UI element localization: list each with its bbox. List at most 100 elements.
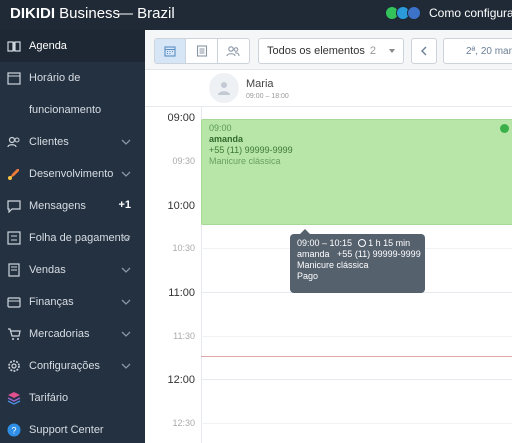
gear-icon [8, 360, 20, 372]
tooltip-duration: 1 h 15 min [368, 238, 411, 248]
user-icon [218, 82, 230, 95]
brand-name: DIKIDI [10, 5, 55, 22]
chevron-down-icon [121, 331, 131, 337]
list-view-button[interactable] [186, 39, 218, 63]
time-label: 10:00 [167, 200, 195, 212]
appointment-card[interactable]: 09:00 amanda +55 (11) 99999-9999 Manicur… [201, 119, 512, 225]
sales-icon [8, 263, 20, 277]
half-hour-line [201, 423, 512, 424]
half-hour-line [201, 336, 512, 337]
rocket-icon [8, 169, 19, 180]
appointment-client: amanda [209, 134, 244, 144]
sidebar-item-vendas[interactable]: Vendas [0, 254, 145, 286]
sidebar-item-financas[interactable]: Finanças [0, 286, 145, 318]
help-icon: ? [7, 423, 21, 437]
check-icon [500, 124, 509, 133]
chevron-down-icon [121, 171, 131, 177]
sidebar-item-label: Desenvolvimento [29, 168, 114, 180]
filter-count: 2 [369, 45, 376, 57]
previous-day-button[interactable] [411, 38, 437, 64]
users-icon [7, 136, 20, 148]
payroll-icon [7, 231, 21, 245]
calendar-icon [164, 46, 176, 57]
caret-down-icon [389, 49, 395, 53]
book-icon [7, 41, 21, 52]
svg-text:?: ? [11, 426, 16, 436]
staff-view-button[interactable] [218, 39, 249, 63]
sidebar-item-label: Mensagens [29, 200, 86, 212]
sidebar-item-mercadorias[interactable]: Mercadorias [0, 318, 145, 350]
brand-suffix: Business [55, 5, 121, 22]
filter-label: Todos os elementos [267, 45, 365, 57]
date-picker-button[interactable]: 2ª, 20 març [443, 38, 512, 64]
time-label: 12:30 [172, 418, 195, 428]
appointment-service: Manicure clássica [209, 156, 281, 166]
sidebar-item-label: Clientes [29, 136, 69, 148]
region-label: — Brazil [118, 5, 175, 22]
promo-text: Como configurar as [429, 6, 512, 20]
sidebar-item-configuracoes[interactable]: Configurações [0, 350, 145, 382]
time-label: 11:30 [173, 331, 195, 341]
brand-logo[interactable]: DIKIDI Business [10, 5, 120, 22]
time-label: 09:00 [167, 112, 195, 124]
sidebar-item-label-line1: Horário de [29, 72, 81, 84]
hour-line [201, 379, 512, 380]
sidebar-item-label: Finanças [29, 296, 74, 308]
tooltip-status: Pago [297, 271, 319, 281]
chevron-down-icon [121, 139, 131, 145]
list-icon [196, 45, 207, 57]
sidebar-item-desenvolvimento[interactable]: Desenvolvimento [0, 158, 145, 190]
clock-icon [358, 239, 367, 247]
appointment-tooltip: 09:00 – 10:15 1 h 15 min amanda +55 (11) … [290, 229, 425, 293]
staff-header: Maria 09:00 – 18:00 [145, 70, 512, 107]
sidebar-item-support-center[interactable]: ? Support Center [0, 414, 145, 443]
sidebar-item-mensagens[interactable]: Mensagens +1 [0, 190, 145, 222]
view-switcher [154, 38, 250, 64]
calendar-icon [7, 72, 21, 85]
promo-link[interactable]: Como configurar as [385, 5, 512, 21]
sidebar-item-label: Vendas [29, 264, 66, 276]
tooltip-time-row: 09:00 – 10:15 1 h 15 min [297, 238, 418, 249]
tooltip-range: 09:00 – 10:15 [297, 238, 353, 248]
chat-icon [7, 200, 21, 213]
avatar[interactable] [209, 73, 239, 103]
staff-hours: 09:00 – 18:00 [246, 93, 289, 100]
unread-badge: +1 [118, 199, 131, 211]
calendar-toolbar: Todos os elementos 2 2ª, 20 març [145, 30, 512, 70]
time-label: 09:30 [172, 156, 195, 166]
chevron-down-icon [121, 235, 131, 241]
sidebar-item-working-hours[interactable]: Horário de funcionamento [0, 62, 145, 126]
users-icon [226, 46, 240, 57]
sidebar-item-label: Configurações [29, 360, 100, 372]
tooltip-phone: +55 (11) 99999-9999 [337, 249, 421, 259]
sidebar-item-label: Mercadorias [29, 328, 90, 340]
time-label: 11:00 [168, 287, 195, 299]
time-label: 12:00 [167, 374, 195, 386]
tooltip-client: amanda [297, 249, 330, 259]
sidebar-item-clientes[interactable]: Clientes [0, 126, 145, 158]
sidebar-item-label: Folha de pagamento [29, 232, 130, 244]
day-view-button[interactable] [155, 39, 187, 63]
sidebar-item-folha-de-pagamento[interactable]: Folha de pagamento [0, 222, 145, 254]
top-bar: DIKIDI Business — Brazil Como configurar… [0, 0, 512, 30]
sidebar-item-label-line2: funcionamento [29, 104, 102, 116]
chevron-left-icon [421, 46, 427, 56]
time-label: 10:30 [172, 243, 195, 253]
vk-icon [407, 6, 421, 20]
tooltip-service: Manicure clássica [297, 260, 369, 270]
tooltip-client-row: amanda +55 (11) 99999-9999 [297, 249, 421, 260]
sidebar-item-label: Agenda [29, 40, 67, 52]
sidebar-item-label: Tarifário [29, 392, 69, 404]
staff-name: Maria [246, 78, 274, 90]
cart-icon [8, 328, 21, 340]
messenger-icons [385, 5, 425, 21]
sidebar: Agenda Horário de funcionamento Clientes… [0, 30, 145, 443]
sidebar-item-label: Support Center [29, 424, 104, 436]
appointment-time: 09:00 [209, 123, 232, 133]
chevron-down-icon [121, 299, 131, 305]
sidebar-item-tarifario[interactable]: Tarifário [0, 382, 145, 414]
sidebar-item-agenda[interactable]: Agenda [0, 30, 145, 62]
wallet-icon [7, 297, 21, 308]
elements-filter-select[interactable]: Todos os elementos 2 [258, 38, 404, 64]
current-time-line [201, 356, 512, 357]
